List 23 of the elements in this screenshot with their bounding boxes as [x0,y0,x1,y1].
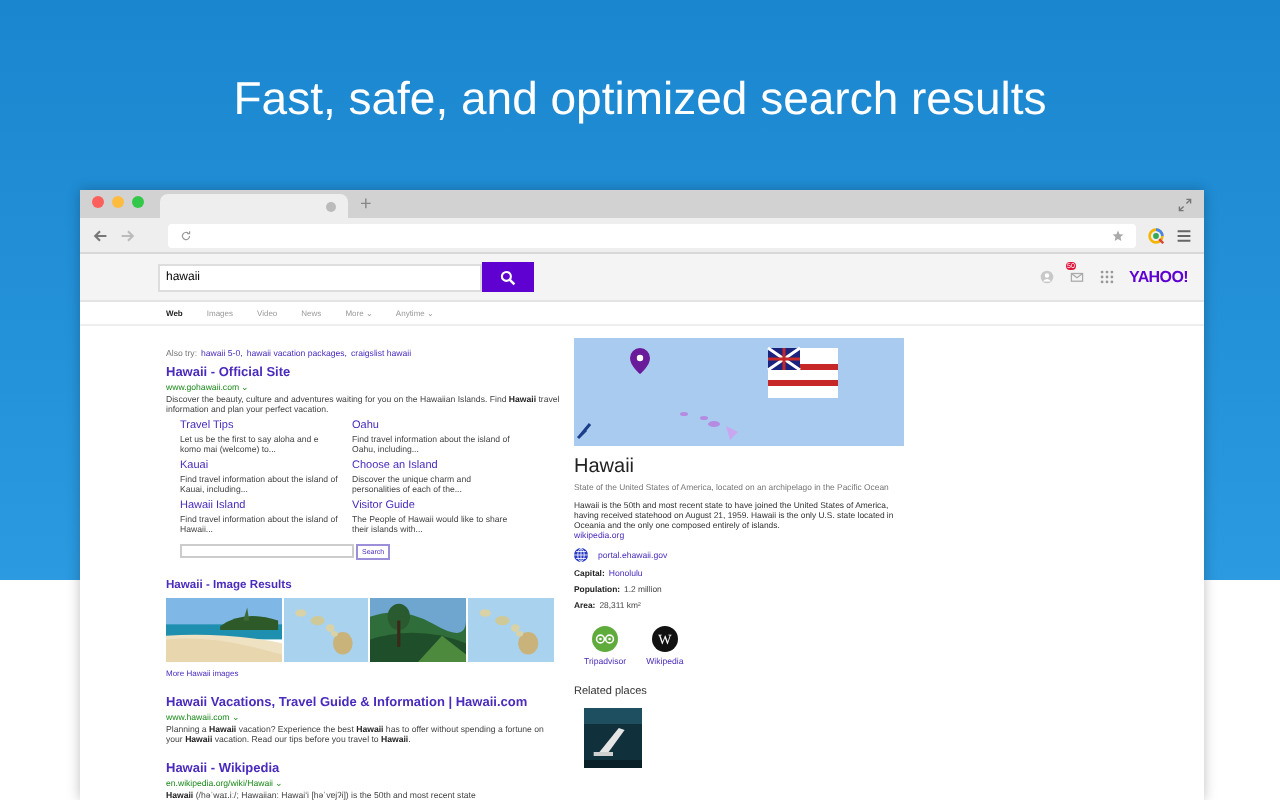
back-icon[interactable] [92,227,108,244]
search-button[interactable] [482,262,534,293]
site-search-field[interactable] [180,544,354,559]
extension-icon[interactable] [1148,227,1164,244]
forward-icon[interactable] [120,227,136,244]
reload-icon[interactable] [180,229,192,242]
menu-icon[interactable] [1176,227,1192,244]
entity-title: Hawaii [574,456,637,479]
address-bar[interactable] [168,223,1136,248]
apps-grid-icon[interactable] [1099,270,1114,285]
mail-icon[interactable] [1069,270,1084,285]
yahoo-logo[interactable]: YAHOO! [1129,268,1188,287]
profile-icon[interactable] [1039,270,1054,285]
search-icon [500,269,516,286]
fullscreen-icon[interactable] [1178,197,1192,212]
star-icon[interactable] [1112,229,1124,242]
zoom-window-icon[interactable] [132,196,144,209]
owl-eyes-icon[interactable] [592,626,619,653]
globe-icon [574,548,588,563]
headline: Fast, safe, and optimized search results [233,72,1047,128]
tab-close-icon[interactable] [326,201,336,212]
browser-tab[interactable] [160,194,348,219]
close-window-icon[interactable] [92,196,104,209]
